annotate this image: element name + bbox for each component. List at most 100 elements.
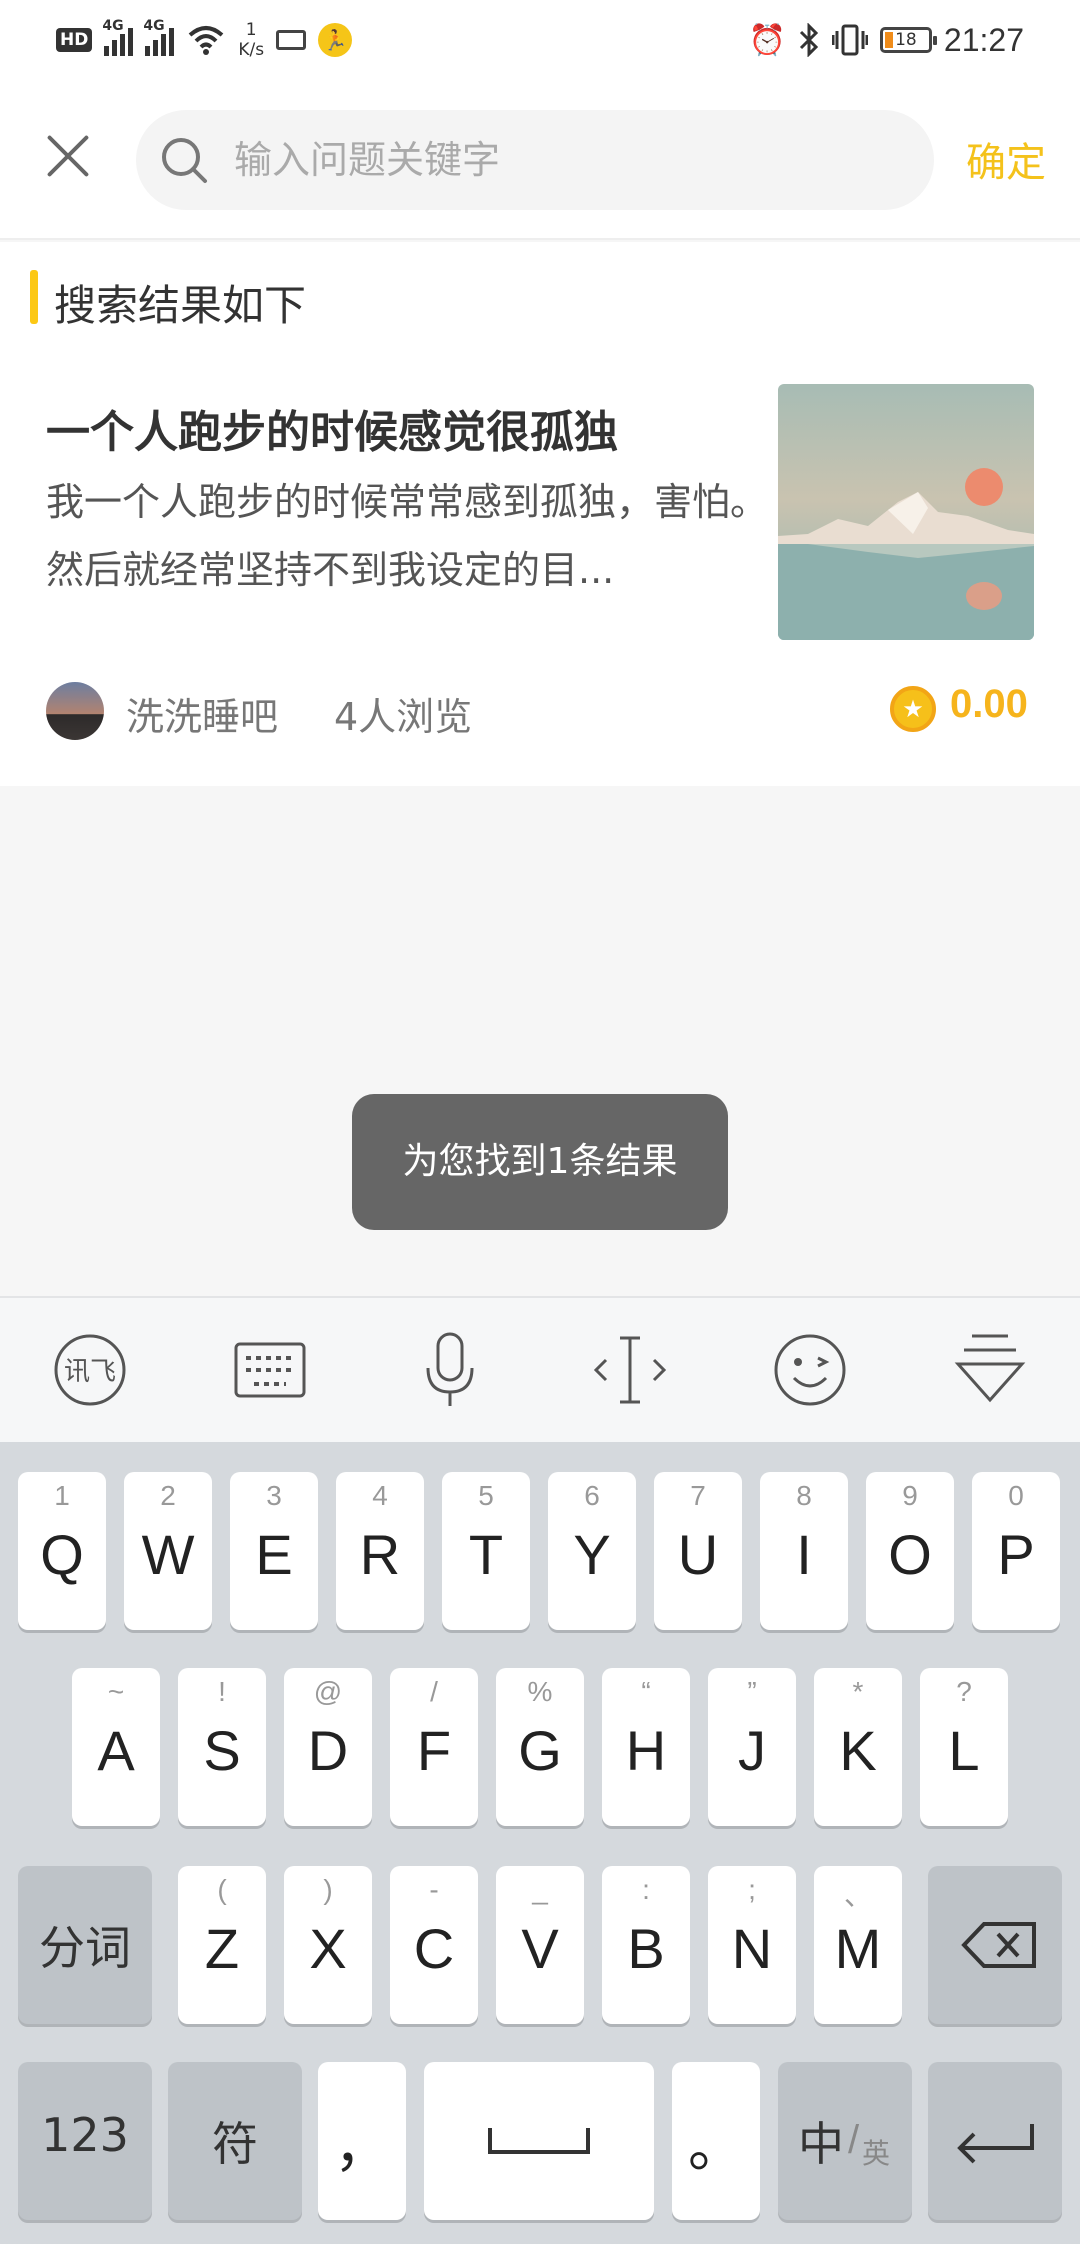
battery-icon: 18: [879, 27, 937, 53]
key-hint: !: [218, 1676, 226, 1707]
view-count: 4人浏览: [334, 695, 473, 739]
status-bar: HD 4G 4G 1 K/s 🏃 ⏰ 18 21:27: [0, 0, 1080, 80]
key-e[interactable]: 3E: [230, 1472, 318, 1630]
key-label: Q: [40, 1523, 84, 1586]
enter-key[interactable]: [928, 2062, 1062, 2220]
author-avatar[interactable]: [46, 682, 104, 740]
key-w[interactable]: 2W: [124, 1472, 212, 1630]
key-hint: ?: [956, 1676, 972, 1707]
close-button[interactable]: [36, 125, 98, 187]
key-m[interactable]: 、 M: [814, 1866, 902, 2024]
key-label: W: [141, 1523, 195, 1586]
reward-amount: 0.00: [950, 682, 1028, 726]
search-box[interactable]: [136, 110, 934, 210]
key-label: B: [627, 1917, 665, 1980]
key-h[interactable]: “H: [602, 1668, 690, 1826]
hide-keyboard-icon[interactable]: [950, 1330, 1030, 1410]
key-u[interactable]: 7U: [654, 1472, 742, 1630]
key-t[interactable]: 5T: [442, 1472, 530, 1630]
key-label: N: [731, 1917, 773, 1980]
key-label: U: [677, 1523, 719, 1586]
key-x[interactable]: ) X: [284, 1866, 372, 2024]
comma-key[interactable]: ，: [318, 2062, 406, 2220]
language-alt-label: 英: [862, 2138, 891, 2169]
key-label: T: [468, 1523, 504, 1586]
key-i[interactable]: 8I: [760, 1472, 848, 1630]
keyboard-icon[interactable]: [230, 1330, 310, 1410]
key-hint: 8: [796, 1480, 812, 1511]
emoji-icon[interactable]: [770, 1330, 850, 1410]
keyboard: 1Q2W3E4R5T6Y7U8I9O0P ~ A! S @ D / F% G “H” J * K? L …: [0, 1442, 1080, 2244]
result-thumbnail[interactable]: [778, 384, 1034, 640]
key-hint: 、: [843, 1880, 872, 1911]
speed-unit: K/s: [238, 40, 265, 60]
ime-toolbar: 讯飞: [0, 1296, 1080, 1442]
key-label: A: [97, 1719, 135, 1782]
key-z[interactable]: (Z: [178, 1866, 266, 2024]
key-n[interactable]: ; N: [708, 1866, 796, 2024]
key-hint: 4: [372, 1480, 388, 1511]
comma-key-label: ，: [334, 2115, 390, 2178]
result-card[interactable]: 一个人跑步的时候感觉很孤独 我一个人跑步的时候常常感到孤独，害怕。然后就经常坚持…: [0, 360, 1080, 780]
section-accent-bar: [30, 270, 38, 324]
toast-message: 为您找到1条结果: [352, 1094, 728, 1230]
author-name[interactable]: 洗洗睡吧: [126, 686, 278, 741]
numbers-key-label: 123: [41, 2108, 129, 2162]
period-key-label: 。: [688, 2115, 744, 2178]
language-main-label: 中: [798, 2118, 844, 2170]
key-y[interactable]: 6Y: [548, 1472, 636, 1630]
key-l[interactable]: ? L: [920, 1668, 1008, 1826]
key-r[interactable]: 4R: [336, 1472, 424, 1630]
key-j[interactable]: ” J: [708, 1668, 796, 1826]
key-s[interactable]: ! S: [178, 1668, 266, 1826]
confirm-button[interactable]: 确定: [966, 130, 1046, 188]
key-b[interactable]: :B: [602, 1866, 690, 2024]
search-input[interactable]: [234, 110, 894, 210]
key-k[interactable]: * K: [814, 1668, 902, 1826]
key-g[interactable]: % G: [496, 1668, 584, 1826]
key-p[interactable]: 0P: [972, 1472, 1060, 1630]
symbols-key-label: 符: [212, 2117, 258, 2171]
keyboard-status-icon: [276, 30, 307, 50]
language-switch-key[interactable]: 中 / 英: [778, 2062, 912, 2220]
key-label: E: [255, 1523, 293, 1586]
symbols-key[interactable]: 符: [168, 2062, 302, 2220]
key-q[interactable]: 1Q: [18, 1472, 106, 1630]
network-type-label: 4G: [143, 18, 165, 34]
key-f[interactable]: / F: [390, 1668, 478, 1826]
segment-key[interactable]: 分词: [18, 1866, 152, 2024]
backspace-key[interactable]: [928, 1866, 1062, 2024]
key-hint: 9: [902, 1480, 918, 1511]
result-excerpt: 我一个人跑步的时候常常感到孤独，害怕。然后就经常坚持不到我设定的目...: [46, 480, 769, 592]
key-hint: 2: [160, 1480, 176, 1511]
period-key[interactable]: 。: [672, 2062, 760, 2220]
key-label: Y: [573, 1523, 611, 1586]
key-label: Z: [204, 1917, 240, 1980]
result-title[interactable]: 一个人跑步的时候感觉很孤独: [46, 396, 746, 460]
coin-icon: ★: [890, 686, 936, 732]
cursor-move-icon[interactable]: [590, 1330, 670, 1410]
alarm-icon: ⏰: [748, 22, 786, 58]
key-hint: *: [852, 1676, 864, 1707]
microphone-icon[interactable]: [410, 1330, 490, 1410]
numbers-key[interactable]: 123: [18, 2062, 152, 2220]
key-o[interactable]: 9O: [866, 1472, 954, 1630]
key-hint: ~: [107, 1676, 125, 1707]
key-hint: (: [217, 1874, 227, 1905]
speed-value: 1: [245, 20, 257, 40]
key-hint: 6: [584, 1480, 600, 1511]
key-hint: :: [642, 1874, 650, 1905]
key-d[interactable]: @ D: [284, 1668, 372, 1826]
key-c[interactable]: -C: [390, 1866, 478, 2024]
key-v[interactable]: _ V: [496, 1866, 584, 2024]
key-label: R: [359, 1523, 401, 1586]
key-label: O: [888, 1523, 932, 1586]
key-a[interactable]: ~ A: [72, 1668, 160, 1826]
hd-badge: HD: [56, 28, 93, 52]
space-key[interactable]: [424, 2062, 654, 2220]
search-results: 搜索结果如下 一个人跑步的时候感觉很孤独 我一个人跑步的时候常常感到孤独，害怕。…: [0, 242, 1080, 786]
key-hint: 3: [266, 1480, 282, 1511]
xunfei-logo-icon[interactable]: 讯飞: [50, 1330, 130, 1410]
status-left: HD 4G 4G 1 K/s 🏃: [56, 18, 353, 62]
key-hint: 5: [478, 1480, 494, 1511]
